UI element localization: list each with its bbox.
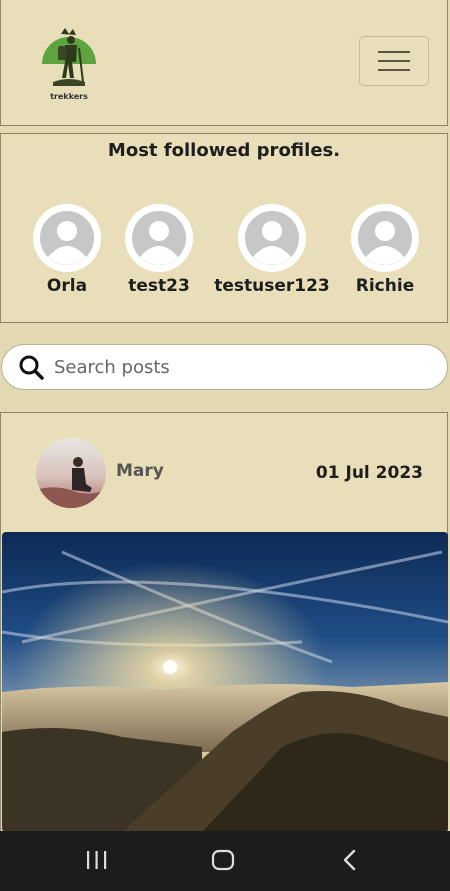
profile-richie[interactable]: Richie (330, 204, 440, 296)
avatar (33, 204, 101, 272)
profile-name: test23 (128, 276, 190, 296)
profile-test23[interactable]: test23 (104, 204, 214, 296)
menu-toggle-button[interactable] (359, 36, 429, 86)
post-date: 01 Jul 2023 (315, 463, 423, 483)
avatar (238, 204, 306, 272)
profile-name: Orla (46, 276, 88, 296)
search-input[interactable] (52, 355, 426, 379)
logo-text: trekkers (50, 92, 88, 101)
search-icon (19, 355, 44, 380)
hamburger-icon (378, 51, 410, 53)
author-photo (36, 438, 106, 508)
avatar (351, 204, 419, 272)
profile-name: Richie (355, 276, 415, 296)
default-user-icon (132, 211, 186, 265)
avatar (125, 204, 193, 272)
system-navigation-bar (0, 831, 450, 891)
post-image[interactable] (2, 532, 448, 832)
post-author[interactable]: Mary (116, 461, 164, 481)
search-bar[interactable] (1, 344, 448, 390)
back-icon[interactable] (340, 848, 360, 872)
default-user-icon (245, 211, 299, 265)
profile-testuser123[interactable]: testuser123 (214, 204, 330, 296)
profiles-heading: Most followed profiles. (107, 140, 341, 161)
mountain-sunset-photo (2, 532, 448, 832)
hiker-logo-icon (42, 28, 96, 86)
recent-apps-icon[interactable] (86, 848, 108, 872)
home-icon[interactable] (211, 848, 235, 872)
default-user-icon (358, 211, 412, 265)
profile-name: testuser123 (214, 276, 330, 296)
post-card[interactable]: Mary 01 Jul 2023 (0, 412, 448, 832)
default-user-icon (40, 211, 94, 265)
most-followed-profiles: Most followed profiles. Orla test23 test… (0, 133, 448, 323)
site-header: trekkers (0, 0, 448, 126)
trekkers-logo[interactable]: trekkers (39, 26, 99, 106)
author-avatar[interactable] (36, 438, 106, 508)
